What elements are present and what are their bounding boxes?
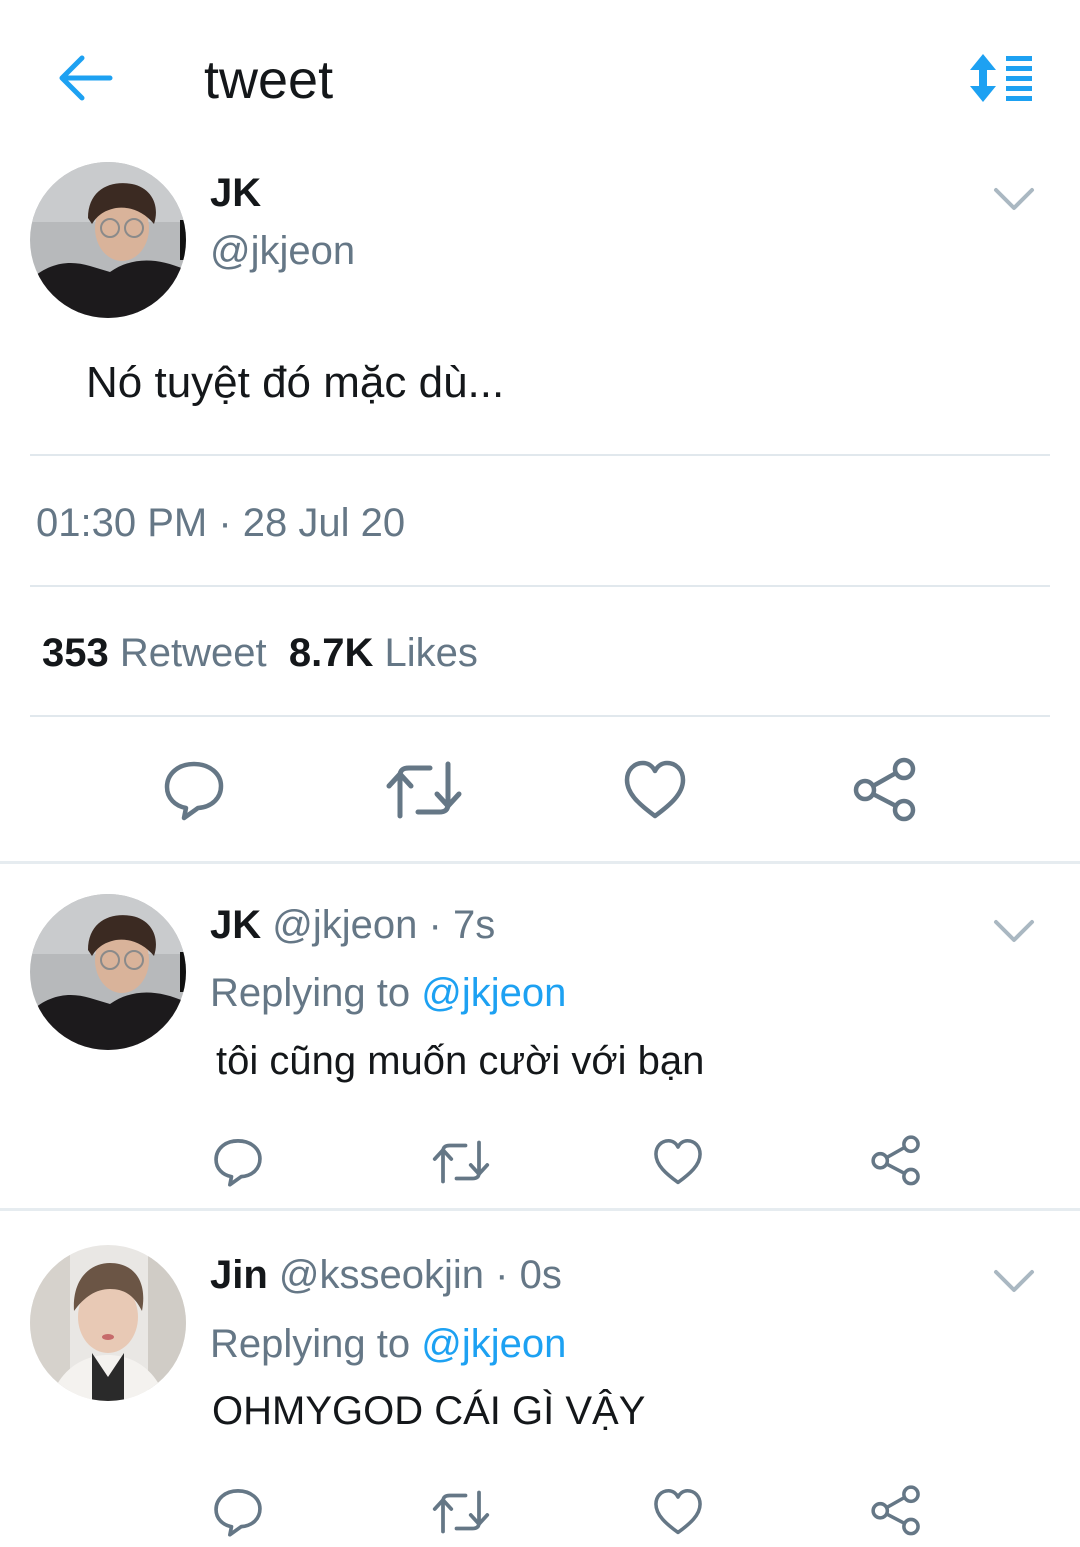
section-separator	[0, 1208, 1080, 1211]
section-separator	[0, 861, 1080, 864]
sort-list-icon[interactable]	[968, 52, 1034, 104]
replying-to: Replying to @jkjeon	[210, 1321, 566, 1367]
replying-to-handle[interactable]: @jkjeon	[421, 971, 566, 1015]
reply-author-handle[interactable]: @jkjeon	[272, 903, 417, 947]
like-icon[interactable]	[652, 1486, 704, 1538]
page-title: tweet	[204, 50, 334, 110]
reply-icon[interactable]	[162, 758, 226, 822]
like-icon[interactable]	[622, 758, 688, 822]
retweet-icon[interactable]	[432, 1488, 490, 1536]
likes-label[interactable]: Likes	[384, 631, 477, 675]
reply-author-handle[interactable]: @ksseokjin	[279, 1253, 484, 1297]
divider	[30, 454, 1050, 456]
retweet-icon[interactable]	[386, 758, 462, 822]
reply-time: · 7s	[428, 903, 496, 947]
reply-icon[interactable]	[212, 1486, 264, 1538]
reply-icon[interactable]	[212, 1136, 264, 1188]
back-arrow-icon[interactable]	[56, 52, 116, 104]
replying-to-label: Replying to	[210, 1322, 411, 1366]
chevron-down-icon[interactable]	[992, 1266, 1036, 1296]
reply-author-name[interactable]: JK	[210, 903, 261, 947]
avatar[interactable]	[30, 1245, 186, 1401]
reply-header: Jin @ksseokjin · 0s	[210, 1252, 562, 1298]
divider	[30, 715, 1050, 717]
share-icon[interactable]	[870, 1484, 922, 1536]
likes-count[interactable]: 8.7K	[289, 631, 374, 675]
reply-text: tôi cũng muốn cười với bạn	[216, 1039, 705, 1083]
tweet-stats: 353 Retweet 8.7K Likes	[42, 630, 478, 676]
avatar[interactable]	[30, 162, 186, 318]
share-icon[interactable]	[852, 756, 918, 822]
replying-to-label: Replying to	[210, 971, 411, 1015]
chevron-down-icon[interactable]	[992, 184, 1036, 214]
reply-time: · 0s	[495, 1253, 562, 1297]
replying-to-handle[interactable]: @jkjeon	[421, 1322, 566, 1366]
author-handle[interactable]: @jkjeon	[210, 228, 355, 274]
tweet-timestamp: 01:30 PM · 28 Jul 20	[36, 501, 406, 545]
replying-to: Replying to @jkjeon	[210, 970, 566, 1016]
tweet-text: Nó tuyệt đó mặc dù...	[86, 358, 505, 407]
chevron-down-icon[interactable]	[992, 916, 1036, 946]
share-icon[interactable]	[870, 1134, 922, 1186]
retweet-count[interactable]: 353	[42, 631, 109, 675]
reply-author-name[interactable]: Jin	[210, 1253, 268, 1297]
avatar[interactable]	[30, 894, 186, 1050]
reply-text: OHMYGOD CÁI GÌ VẬY	[212, 1389, 646, 1433]
retweet-label[interactable]: Retweet	[120, 631, 267, 675]
reply-header: JK @jkjeon · 7s	[210, 902, 495, 948]
like-icon[interactable]	[652, 1136, 704, 1188]
author-name[interactable]: JK	[210, 170, 261, 216]
retweet-icon[interactable]	[432, 1138, 490, 1186]
divider	[30, 585, 1050, 587]
